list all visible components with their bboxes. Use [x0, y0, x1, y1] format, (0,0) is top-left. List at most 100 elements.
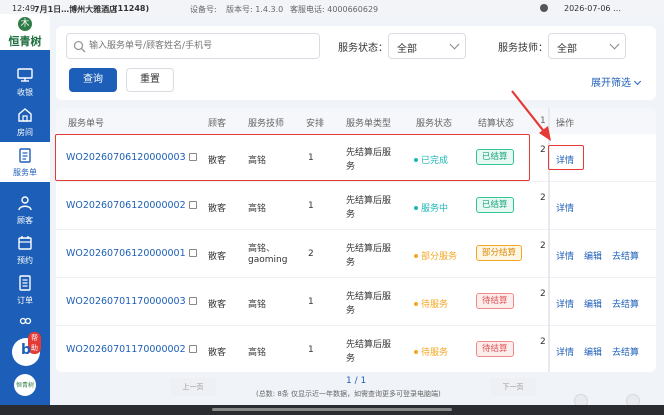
table-row: WO20260701170000003 散客 高铭 1 先结算后服务 待服务 待结算 2 详情编… — [56, 278, 656, 326]
tech-cell: 高铭 — [248, 204, 267, 214]
truncated-cell: 2 — [540, 193, 546, 203]
users-icon — [19, 317, 32, 325]
copy-icon[interactable] — [188, 297, 197, 305]
service-phone: 客服电话: 4000660629 — [290, 5, 379, 14]
customer-cell: 散客 — [208, 204, 227, 214]
shop-code: (11248) — [114, 4, 150, 13]
next-page-button[interactable]: 下一页 — [490, 378, 536, 396]
settle-link[interactable]: 去结算 — [612, 345, 639, 358]
tech-filter-label: 服务技师： — [498, 43, 548, 54]
total-note: (总数: 8条 仅显示近一年数据，如需查询更多可登录电脑端) — [256, 390, 441, 398]
order-number-link[interactable]: WO20260706120000001 — [66, 248, 197, 259]
sidebar-item-reservations[interactable]: 预约 — [0, 230, 50, 270]
brand-logo: 木 恒青树 — [0, 14, 50, 50]
brand-name: 恒青树 — [8, 35, 42, 48]
order-number-link[interactable]: WO20260701170000002 — [66, 344, 197, 355]
col-customer: 顾客 — [208, 119, 227, 129]
user-icon — [18, 196, 32, 211]
type-cell-2: 务 — [346, 258, 356, 268]
truncated-cell: 2 — [540, 289, 546, 299]
truncated-cell: 2 — [540, 241, 546, 251]
details-link[interactable]: 详情 — [556, 297, 574, 310]
monitor-icon — [17, 68, 33, 82]
type-cell: 先结算后服 — [346, 196, 392, 206]
status-select-value: 全部 — [397, 44, 417, 55]
table-row: WO20260701170000002 散客 高铭 1 先结算后服务 待服务 待结算 2 详情编… — [56, 326, 656, 372]
home-icon — [18, 108, 32, 122]
type-cell: 先结算后服 — [346, 340, 392, 350]
copy-icon[interactable] — [188, 201, 197, 209]
sidebar-item-cashier[interactable]: 收银 — [0, 62, 50, 102]
highlight-box-details — [548, 145, 584, 170]
sidebar-item-rooms[interactable]: 房间 — [0, 102, 50, 142]
arrange-cell: 1 — [308, 201, 314, 211]
edit-link[interactable]: 编辑 — [584, 297, 602, 310]
status-dot-icon — [414, 350, 418, 354]
table-row: WO20260706120000002 散客 高铭 1 先结算后服务 服务中 已结算 2 详情 — [56, 182, 656, 230]
details-link[interactable]: 详情 — [556, 345, 574, 358]
prev-page-button[interactable]: 上一页 — [170, 378, 216, 396]
edit-link[interactable]: 编辑 — [584, 345, 602, 358]
col-type: 服务单类型 — [346, 119, 392, 129]
truncated-cell: 2 — [540, 337, 546, 347]
sidebar-item-orders[interactable]: 订单 — [0, 270, 50, 310]
search-icon — [73, 40, 86, 53]
service-status-text: 部分服务 — [421, 252, 458, 262]
order-number-link[interactable]: WO20260706120000002 — [66, 200, 197, 211]
search-input[interactable] — [89, 37, 315, 55]
bottom-brand-text: 恒青树 — [15, 382, 34, 389]
notification-icon — [540, 4, 548, 12]
details-link[interactable]: 详情 — [556, 201, 574, 214]
type-cell: 先结算后服 — [346, 244, 392, 254]
col-arrange: 安排 — [306, 119, 325, 129]
order-number-link[interactable]: WO20260701170000003 — [66, 296, 197, 307]
tech-select[interactable]: 全部 — [548, 33, 626, 59]
type-cell-2: 务 — [346, 306, 356, 316]
document-icon — [19, 275, 31, 291]
page-indicator: 1 / 1 — [346, 376, 367, 386]
chevron-down-icon — [633, 77, 642, 86]
tree-icon: 木 — [18, 17, 32, 31]
type-cell: 先结算后服 — [346, 292, 392, 302]
sidebar-item-label: 收银 — [17, 88, 33, 97]
filter-panel: 服务状态： 全部 服务技师： 全部 查询 重置 展开筛选 — [56, 26, 656, 100]
status-filter-label: 服务状态： — [338, 43, 388, 54]
arrange-cell: 2 — [308, 249, 314, 259]
pagination: 上一页 1 / 1 (总数: 8条 仅显示近一年数据，如需查询更多可登录电脑端)… — [56, 374, 656, 402]
reset-button[interactable]: 重置 — [126, 68, 174, 92]
query-button[interactable]: 查询 — [69, 68, 117, 92]
settle-status-badge: 部分结算 — [476, 245, 523, 261]
table-row: WO20260706120000001 散客 高铭、 gaoming 2 先结算后服务 部分… — [56, 230, 656, 278]
copy-icon[interactable] — [188, 249, 197, 257]
details-link[interactable]: 详情 — [556, 249, 574, 262]
sidebar-item-customers[interactable]: 顾客 — [0, 190, 50, 230]
status-dot-icon — [414, 254, 418, 258]
sidebar-item-service-orders[interactable]: 服务单 — [0, 142, 50, 182]
settle-link[interactable]: 去结算 — [612, 249, 639, 262]
truncated-cell: 2 — [540, 145, 546, 155]
service-status: 待服务 — [414, 345, 448, 358]
highlight-box-row — [55, 134, 530, 181]
edit-link[interactable]: 编辑 — [584, 249, 602, 262]
status-dot-icon — [414, 302, 418, 306]
sidebar-item-staff[interactable] — [0, 310, 50, 336]
settle-link[interactable]: 去结算 — [612, 297, 639, 310]
clipboard-icon — [19, 148, 31, 163]
expand-filters-link[interactable]: 展开筛选 — [591, 74, 642, 89]
chevron-down-icon — [609, 39, 620, 50]
order-number-text: WO20260701170000002 — [66, 344, 186, 355]
help-button[interactable]: 帮助 b — [12, 332, 41, 366]
customer-cell: 散客 — [208, 252, 227, 262]
col-order-no: 服务单号 — [68, 119, 105, 129]
col-actions: 操作 — [556, 119, 575, 129]
status-bar: 12:49 7月1日…博州大雅酒店 (11248) 设备号: 版本号: 1.4.… — [0, 0, 664, 18]
search-box[interactable] — [66, 33, 320, 59]
type-cell-2: 务 — [346, 210, 356, 220]
customer-cell: 散客 — [208, 300, 227, 310]
chevron-down-icon — [449, 39, 460, 50]
status-select[interactable]: 全部 — [388, 33, 466, 59]
service-status: 待服务 — [414, 297, 448, 310]
service-status-text: 待服务 — [421, 348, 449, 358]
arrow-annotation-icon — [511, 90, 551, 141]
copy-icon[interactable] — [188, 345, 197, 353]
